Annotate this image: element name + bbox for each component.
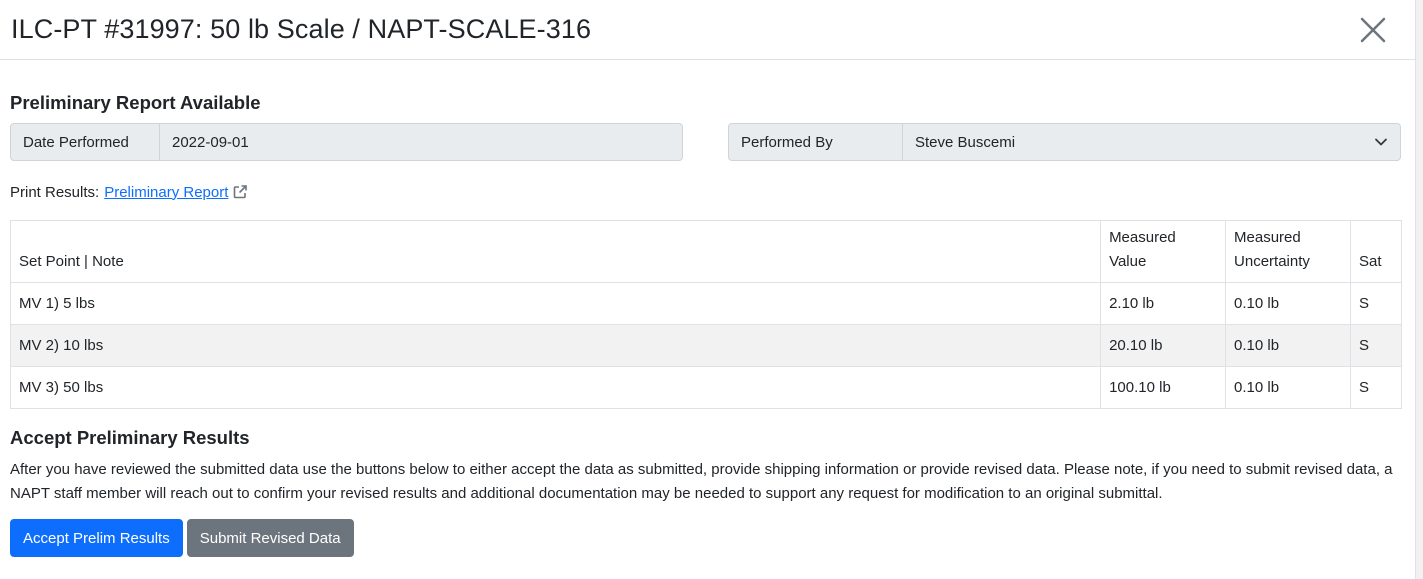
header-measured-uncertainty: Measured Uncertainty bbox=[1225, 220, 1351, 283]
date-performed-label: Date Performed bbox=[10, 123, 160, 161]
performed-by-select[interactable]: Steve Buscemi bbox=[903, 123, 1401, 161]
print-results-label: Print Results: bbox=[10, 183, 100, 201]
table-row: MV 3) 50 lbs 100.10 lb 0.10 lb S bbox=[9, 366, 1403, 409]
cell-sat: S bbox=[1349, 366, 1403, 409]
header-sat: Sat bbox=[1349, 220, 1403, 283]
performed-by-group: Performed By Steve Buscemi bbox=[728, 123, 1401, 161]
cell-set-point: MV 1) 5 lbs bbox=[9, 282, 1102, 325]
table-row: MV 1) 5 lbs 2.10 lb 0.10 lb S bbox=[9, 282, 1403, 325]
close-button[interactable] bbox=[1353, 10, 1393, 50]
cell-measured-value: 2.10 lb bbox=[1100, 282, 1227, 325]
accept-prelim-results-button[interactable]: Accept Prelim Results bbox=[10, 519, 183, 557]
cell-set-point: MV 2) 10 lbs bbox=[9, 324, 1102, 367]
external-link-icon[interactable] bbox=[232, 184, 248, 200]
modal-dialog: ILC-PT #31997: 50 lb Scale / NAPT-SCALE-… bbox=[0, 0, 1416, 579]
header-measured-value: Measured Value bbox=[1100, 220, 1227, 283]
scrollbar-track[interactable] bbox=[1416, 0, 1423, 579]
cell-measured-uncertainty: 0.10 lb bbox=[1225, 366, 1351, 409]
cell-sat: S bbox=[1349, 282, 1403, 325]
chevron-down-icon bbox=[1375, 138, 1387, 146]
action-buttons: Accept Prelim Results Submit Revised Dat… bbox=[10, 519, 1400, 557]
modal-header: ILC-PT #31997: 50 lb Scale / NAPT-SCALE-… bbox=[0, 0, 1415, 60]
header-measured-value-line2: Value bbox=[1109, 253, 1147, 270]
print-results-line: Print Results: Preliminary Report bbox=[10, 183, 1400, 201]
header-measured-value-line1: Measured bbox=[1109, 229, 1176, 246]
date-performed-group: Date Performed 2022-09-01 bbox=[10, 123, 683, 161]
report-heading: Preliminary Report Available bbox=[10, 92, 261, 113]
accept-instructions: After you have reviewed the submitted da… bbox=[10, 461, 1393, 502]
results-table: Set Point | Note Measured Value Measured… bbox=[9, 220, 1403, 409]
accept-heading: Accept Preliminary Results bbox=[10, 427, 250, 448]
submit-revised-data-button[interactable]: Submit Revised Data bbox=[186, 519, 354, 557]
close-icon bbox=[1360, 17, 1386, 42]
cell-measured-uncertainty: 0.10 lb bbox=[1225, 324, 1351, 367]
header-set-point: Set Point | Note bbox=[9, 220, 1102, 283]
cell-measured-uncertainty: 0.10 lb bbox=[1225, 282, 1351, 325]
cell-measured-value: 100.10 lb bbox=[1100, 366, 1227, 409]
table-header-row: Set Point | Note Measured Value Measured… bbox=[9, 220, 1403, 283]
cell-sat: S bbox=[1349, 324, 1403, 367]
cell-measured-value: 20.10 lb bbox=[1100, 324, 1227, 367]
header-measured-unc-line1: Measured bbox=[1234, 229, 1301, 246]
performed-by-value: Steve Buscemi bbox=[915, 133, 1016, 151]
header-measured-unc-line2: Uncertainty bbox=[1234, 253, 1310, 270]
performed-by-label: Performed By bbox=[728, 123, 903, 161]
cell-set-point: MV 3) 50 lbs bbox=[9, 366, 1102, 409]
modal-body: Preliminary Report Available Date Perfor… bbox=[0, 92, 1415, 557]
preliminary-report-link[interactable]: Preliminary Report bbox=[104, 184, 228, 201]
report-info-row: Date Performed 2022-09-01 Performed By S… bbox=[10, 123, 1401, 161]
date-performed-field[interactable]: 2022-09-01 bbox=[160, 123, 683, 161]
table-row: MV 2) 10 lbs 20.10 lb 0.10 lb S bbox=[9, 324, 1403, 367]
modal-title: ILC-PT #31997: 50 lb Scale / NAPT-SCALE-… bbox=[11, 14, 592, 44]
